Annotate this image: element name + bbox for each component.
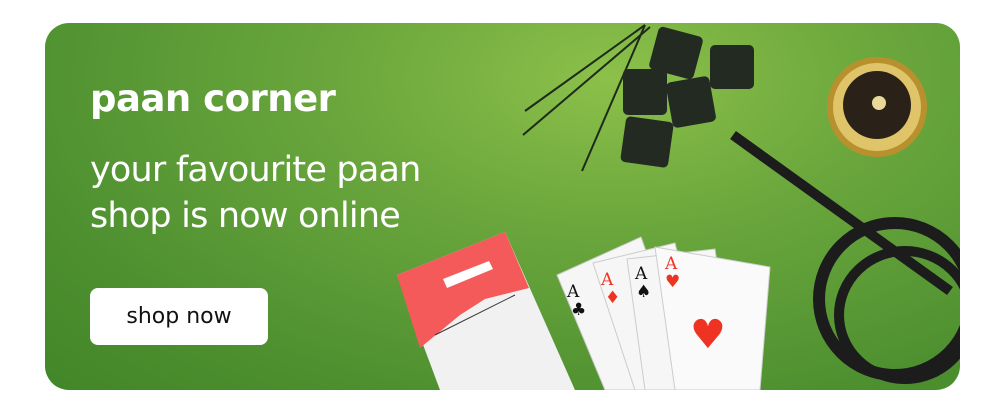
card-suit: ♠	[636, 282, 651, 302]
shop-now-button[interactable]: shop now	[90, 288, 268, 345]
hookah-hose	[730, 130, 960, 384]
banner-subtitle: your favourite paan shop is now online	[90, 147, 421, 239]
page: A ♣ A ♦ A ♠ A ♥ ♥ paan corner your favou…	[0, 0, 1004, 413]
banner-title: paan corner	[90, 77, 336, 120]
heart-icon: ♥	[690, 312, 726, 358]
subtitle-line: shop is now online	[90, 196, 401, 236]
subtitle-line: your favourite paan	[90, 150, 421, 190]
playing-cards: A ♣ A ♦ A ♠ A ♥ ♥	[556, 236, 771, 390]
card-suit: ♣	[571, 300, 586, 320]
card-rank: A	[600, 270, 614, 290]
card-rank: A	[634, 264, 648, 284]
promo-banner[interactable]: A ♣ A ♦ A ♠ A ♥ ♥ paan corner your favou…	[45, 23, 960, 390]
card-suit: ♦	[605, 288, 620, 308]
cigarette-pack	[397, 232, 575, 390]
card-rank: A	[566, 282, 580, 302]
card-rank: A	[664, 254, 678, 274]
charcoal-cubes	[620, 26, 754, 168]
foil-coal	[827, 57, 927, 157]
card-suit: ♥	[665, 272, 680, 292]
